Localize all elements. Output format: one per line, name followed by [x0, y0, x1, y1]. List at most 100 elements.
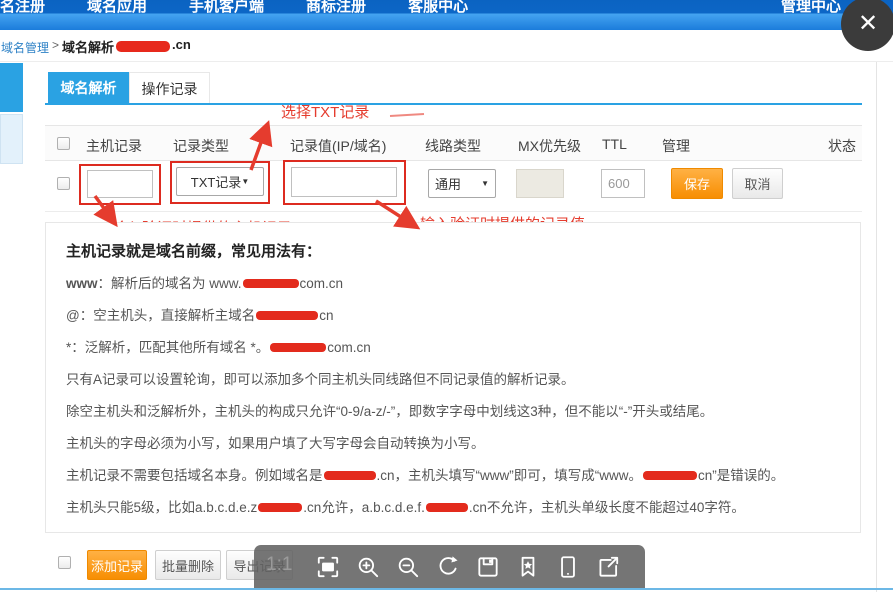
divider	[876, 62, 877, 592]
toolbar-share-button[interactable]	[594, 553, 622, 581]
caret-down-icon: ▼	[481, 179, 489, 188]
help-text: 只有A记录可以设置轮询，即可以添加多个同主机头同线路但不同记录值的解析记录。	[66, 372, 575, 387]
breadcrumb-root-link[interactable]: 域名管理	[1, 39, 49, 56]
host-record-input[interactable]	[87, 170, 153, 198]
line-type-select[interactable]: 通用 ▼	[428, 169, 496, 198]
divider	[45, 211, 862, 212]
manage-center-link[interactable]: 管理中心	[781, 0, 841, 16]
scale-label: 1:1	[266, 554, 292, 576]
footer-checkbox[interactable]	[58, 556, 71, 569]
toolbar-zoom-out-button[interactable]	[394, 553, 422, 581]
redaction-mark	[258, 503, 302, 512]
toolbar-fit-screen-button[interactable]	[314, 553, 342, 581]
topnav-item-2[interactable]: 手机客户端	[189, 0, 264, 16]
column-header: MX优先级	[518, 136, 581, 156]
help-text: 主机头只能5级，比如a.b.c.d.e.z	[66, 500, 257, 515]
tab-operation-log[interactable]: 操作记录	[129, 72, 210, 105]
toolbar-rotate-button[interactable]	[434, 553, 462, 581]
help-line: 只有A记录可以设置轮询，即可以添加多个同主机头同线路但不同记录值的解析记录。	[66, 370, 840, 390]
row-checkbox[interactable]	[57, 177, 70, 190]
record-value-input[interactable]	[291, 167, 397, 197]
help-text: @：空主机头，直接解析主域名	[66, 308, 255, 323]
fit-screen-icon	[315, 554, 341, 580]
toolbar-bookmark-button[interactable]	[514, 553, 542, 581]
redaction-mark	[243, 279, 299, 288]
cancel-button[interactable]: 取消	[732, 168, 783, 199]
column-header: 记录值(IP/域名)	[290, 136, 386, 156]
help-text: www	[66, 276, 98, 291]
redaction-mark	[643, 471, 697, 480]
help-text: 主机头的字母必须为小写，如果用户填了大写字母会自动转换为小写。	[66, 436, 485, 451]
column-header: 记录类型	[173, 136, 229, 156]
top-navigation-bar: 域名注册域名应用手机客户端商标注册客服中心 管理中心 ▼	[0, 0, 893, 30]
line-type-value: 通用	[435, 174, 461, 193]
zoom-out-icon	[395, 554, 421, 580]
red-dash	[390, 114, 424, 116]
caret-down-icon: ▼	[241, 177, 249, 186]
breadcrumb: 域名管理 > 域名解析 .cn	[0, 30, 893, 61]
dns-management-window: 域名注册 域名应用 手机客户端 商标注册 客服中心 管理中心 ▼ ✕ 域名管理 > 域名…	[0, 0, 893, 592]
column-header: 线路类型	[425, 136, 481, 156]
toolbar-device-button[interactable]	[554, 553, 582, 581]
record-type-select[interactable]: TXT记录▼	[176, 167, 264, 196]
help-text: cn	[319, 308, 333, 323]
help-line: 除空主机头和泛解析外，主机头的构成只允许“0-9/a-z/-”，即数字字母中划线…	[66, 402, 840, 422]
help-text: 主机记录不需要包括域名本身。例如域名是	[66, 468, 323, 483]
device-icon	[555, 554, 581, 580]
tab-underline	[45, 103, 862, 105]
share-icon	[595, 554, 621, 580]
tab-dns-resolution[interactable]: 域名解析	[48, 72, 129, 105]
mx-priority-input	[516, 169, 564, 198]
help-line: www：解析后的域名为 www.com.cn	[66, 274, 840, 294]
topnav-item-3[interactable]: 商标注册	[306, 0, 366, 16]
toolbar-save-button[interactable]	[474, 553, 502, 581]
help-line: 主机记录不需要包括域名本身。例如域名是 .cn，主机头填写“www”即可，填写成“…	[66, 466, 840, 486]
domain-redaction	[116, 41, 170, 52]
help-text: .cn允许，a.b.c.d.e.f.	[303, 500, 425, 515]
topnav-item-1[interactable]: 域名应用	[87, 0, 147, 16]
help-text: com.cn	[300, 276, 344, 291]
breadcrumb-domain-suffix: .cn	[172, 37, 191, 52]
help-text: com.cn	[327, 340, 371, 355]
help-text: *：泛解析，匹配其他所有域名 *。	[66, 340, 269, 355]
redaction-mark	[324, 471, 376, 480]
toolbar-icons	[314, 553, 622, 581]
breadcrumb-separator: >	[52, 38, 59, 52]
help-line: 主机头只能5级，比如a.b.c.d.e.z .cn允许，a.b.c.d.e.f..…	[66, 498, 840, 518]
help-text: .cn不允许，主机头单级长度不能超过40字符。	[469, 500, 745, 515]
column-header: 主机记录	[86, 136, 142, 156]
column-header: TTL	[602, 136, 627, 152]
help-title: 主机记录就是域名前缀，常见用法有：	[66, 240, 840, 261]
redaction-mark	[270, 343, 326, 352]
help-body: www：解析后的域名为 www.com.cn @：空主机头，直接解析主域名 cn *：…	[66, 274, 840, 518]
close-button[interactable]: ✕	[841, 0, 893, 51]
topnav-items: 域名注册 域名应用 手机客户端 商标注册 客服中心	[0, 0, 510, 16]
table-header-row: 主机记录 记录类型 记录值(IP/域名) 线路类型 MX优先级 TTL 管理 状态	[45, 125, 862, 161]
arrow-to-host-hint	[95, 196, 114, 222]
redaction-mark	[426, 503, 468, 512]
bookmark-icon	[515, 554, 541, 580]
divider	[0, 61, 893, 62]
help-text: .cn，主机头填写“www”即可，填写成“www。	[377, 468, 643, 483]
record-type-value: TXT记录	[191, 172, 242, 191]
column-header: 状态	[828, 136, 856, 156]
topnav-item-4[interactable]: 客服中心	[408, 0, 468, 16]
sidebar-remnant	[0, 114, 23, 164]
zoom-in-icon	[355, 554, 381, 580]
breadcrumb-page-title: 域名解析	[62, 37, 114, 56]
topnav-item-0[interactable]: 域名注册	[0, 0, 45, 16]
batch-delete-button[interactable]: 批量删除	[155, 550, 221, 580]
select-all-checkbox[interactable]	[57, 137, 70, 150]
rotate-icon	[435, 554, 461, 580]
help-line: *：泛解析，匹配其他所有域名 *。 com.cn	[66, 338, 840, 358]
help-text: 除空主机头和泛解析外，主机头的构成只允许“0-9/a-z/-”，即数字字母中划线…	[66, 404, 713, 419]
save-button[interactable]: 保存	[671, 168, 723, 199]
save-icon	[475, 554, 501, 580]
ttl-input[interactable]	[601, 169, 645, 198]
add-record-button[interactable]: 添加记录	[87, 550, 147, 580]
help-line: 主机头的字母必须为小写，如果用户填了大写字母会自动转换为小写。	[66, 434, 840, 454]
column-header: 管理	[662, 136, 690, 156]
redaction-mark	[256, 311, 318, 320]
help-line: @：空主机头，直接解析主域名 cn	[66, 306, 840, 326]
toolbar-zoom-in-button[interactable]	[354, 553, 382, 581]
